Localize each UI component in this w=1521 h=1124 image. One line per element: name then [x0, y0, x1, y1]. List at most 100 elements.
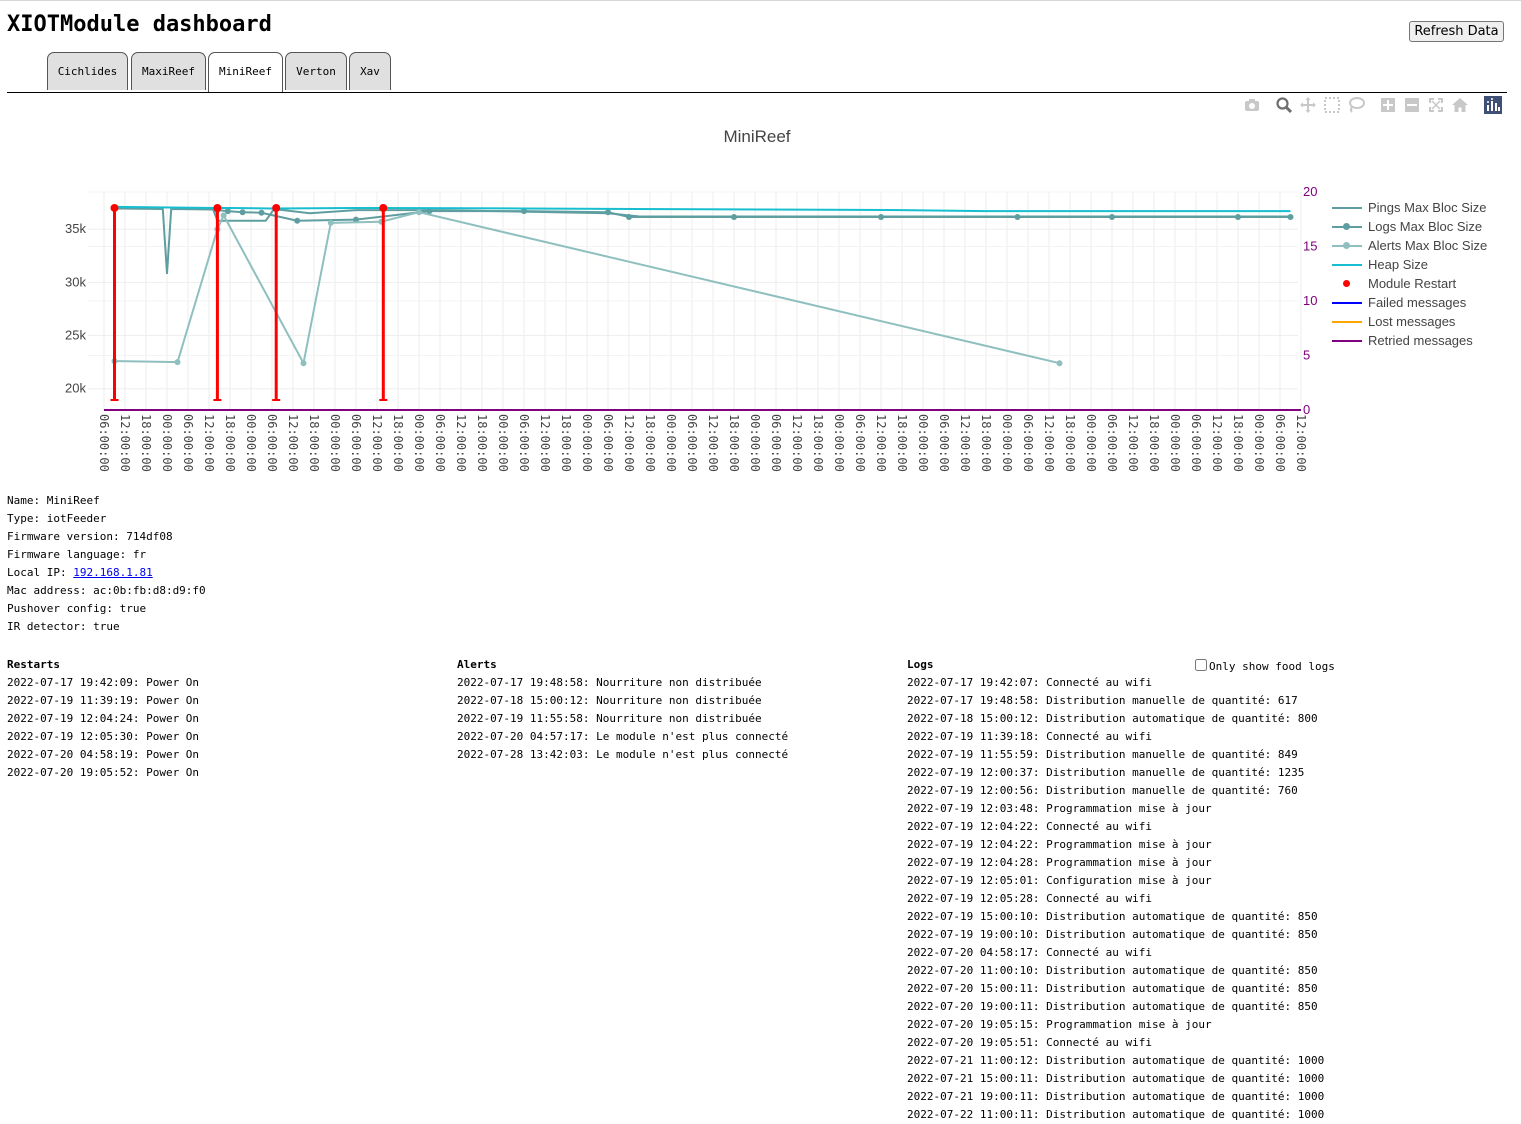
- food-logs-filter[interactable]: Only show food logs: [1195, 658, 1335, 676]
- refresh-data-button[interactable]: Refresh Data: [1409, 21, 1504, 42]
- x-tick-label: 00:00:00: [1252, 414, 1266, 472]
- zoom-icon[interactable]: [1275, 96, 1293, 114]
- x-tick-label: 06:00:00: [853, 414, 867, 472]
- x-tick-label: 06:00:00: [937, 414, 951, 472]
- data-point: [626, 213, 632, 220]
- lasso-select-icon[interactable]: [1347, 96, 1365, 114]
- x-tick-label: 18:00:00: [811, 414, 825, 472]
- x-tick-label: 12:00:00: [622, 414, 636, 472]
- legend-item[interactable]: Module Restart: [1330, 274, 1487, 293]
- info-ir-detector: IR detector: true: [7, 620, 120, 633]
- x-tick-label: 00:00:00: [1084, 414, 1098, 472]
- x-tick-label: 12:00:00: [118, 414, 132, 472]
- list-item: 2022-07-20 19:05:52: Power On: [7, 766, 200, 779]
- data-point: [294, 217, 301, 224]
- x-tick-label: 00:00:00: [1000, 414, 1014, 472]
- zoom-in-icon[interactable]: [1379, 96, 1397, 114]
- x-tick-label: 00:00:00: [160, 414, 174, 472]
- legend-label: Heap Size: [1368, 257, 1428, 272]
- list-item: 2022-07-20 04:58:17: Connecté au wifi: [907, 946, 1153, 959]
- legend-item[interactable]: Alerts Max Bloc Size: [1330, 236, 1487, 255]
- restart-marker: [213, 203, 222, 212]
- tab-xav[interactable]: Xav: [349, 52, 391, 90]
- list-item: 2022-07-19 12:04:22: Programmation mise …: [907, 838, 1212, 851]
- list-item: 2022-07-19 12:04:28: Programmation mise …: [907, 856, 1212, 869]
- x-tick-label: 06:00:00: [1189, 414, 1203, 472]
- alerts-heading: Alerts: [457, 658, 497, 671]
- x-tick-label: 00:00:00: [916, 414, 930, 472]
- x-tick-label: 18:00:00: [643, 414, 657, 472]
- x-tick-label: 06:00:00: [517, 414, 531, 472]
- list-item: 2022-07-21 15:00:11: Distribution automa…: [907, 1072, 1325, 1085]
- list-item: 2022-07-19 12:00:37: Distribution manuel…: [907, 766, 1305, 779]
- autoscale-icon[interactable]: [1427, 96, 1445, 114]
- x-tick-label: 12:00:00: [1042, 414, 1056, 472]
- list-item: 2022-07-28 13:42:03: Le module n'est plu…: [457, 748, 789, 761]
- plotly-logo-icon[interactable]: [1484, 96, 1502, 114]
- tab-verton[interactable]: Verton: [285, 52, 347, 90]
- x-tick-label: 00:00:00: [496, 414, 510, 472]
- pan-icon[interactable]: [1299, 96, 1317, 114]
- legend-item[interactable]: Failed messages: [1330, 293, 1487, 312]
- page-title: XIOTModule dashboard: [7, 12, 272, 37]
- x-tick-label: 12:00:00: [958, 414, 972, 472]
- list-item: 2022-07-21 11:00:12: Distribution automa…: [907, 1054, 1325, 1067]
- legend-line-swatch: [1332, 340, 1362, 342]
- tab-maxireef[interactable]: MaxiReef: [131, 52, 206, 90]
- legend-marker-swatch: [1343, 223, 1350, 230]
- legend-item[interactable]: Lost messages: [1330, 312, 1487, 331]
- local-ip-link[interactable]: 192.168.1.81: [73, 566, 152, 579]
- top-divider: [0, 0, 1521, 1]
- x-tick-label: 00:00:00: [748, 414, 762, 472]
- food-logs-checkbox[interactable]: [1195, 659, 1207, 671]
- list-item: 2022-07-17 19:42:07: Connecté au wifi: [907, 676, 1153, 689]
- chart-y-axis: 35k 30k 25k 20k: [65, 221, 86, 396]
- data-point: [1056, 360, 1063, 367]
- legend-label: Alerts Max Bloc Size: [1368, 238, 1488, 253]
- data-point: [258, 209, 265, 216]
- restart-marker: [272, 203, 281, 212]
- list-item: 2022-07-17 19:48:58: Nourriture non dist…: [457, 676, 762, 689]
- list-item: 2022-07-19 11:55:59: Distribution manuel…: [907, 748, 1298, 761]
- reset-axes-icon[interactable]: [1451, 96, 1469, 114]
- list-item: 2022-07-20 19:00:11: Distribution automa…: [907, 1000, 1318, 1013]
- plot-modebar: [1236, 94, 1508, 116]
- x-tick-label: 00:00:00: [664, 414, 678, 472]
- camera-icon[interactable]: [1243, 96, 1261, 114]
- legend-line-swatch: [1332, 264, 1362, 266]
- list-item: 2022-07-21 19:00:11: Distribution automa…: [907, 1090, 1325, 1103]
- tab-cichlides[interactable]: Cichlides: [47, 52, 128, 90]
- legend-item[interactable]: Logs Max Bloc Size: [1330, 217, 1487, 236]
- x-tick-label: 18:00:00: [727, 414, 741, 472]
- info-firmware-language: Firmware language: fr: [7, 548, 147, 561]
- zoom-out-icon[interactable]: [1403, 96, 1421, 114]
- info-mac-address: Mac address: ac:0b:fb:d8:d9:f0: [7, 584, 206, 597]
- x-tick-label: 06:00:00: [181, 414, 195, 472]
- legend-label: Lost messages: [1368, 314, 1456, 329]
- x-tick-label: 06:00:00: [769, 414, 783, 472]
- data-point: [300, 360, 307, 367]
- data-point: [220, 212, 227, 219]
- legend-marker-swatch: [1343, 280, 1350, 287]
- y2-tick-label: 5: [1303, 348, 1310, 363]
- x-tick-label: 12:00:00: [790, 414, 804, 472]
- y2-tick-label: 15: [1303, 239, 1317, 254]
- legend-item[interactable]: Retried messages: [1330, 331, 1487, 350]
- list-item: 2022-07-18 15:00:12: Nourriture non dist…: [457, 694, 762, 707]
- metrics-chart[interactable]: MiniReef 35k30k25k20k 20151050 06:00:00 1…: [0, 120, 1521, 480]
- data-point: [239, 209, 246, 216]
- legend-item[interactable]: Heap Size: [1330, 255, 1487, 274]
- box-select-icon[interactable]: [1323, 96, 1341, 114]
- list-item: 2022-07-17 19:48:58: Distribution manuel…: [907, 694, 1298, 707]
- legend-label: Failed messages: [1368, 295, 1467, 310]
- legend-item[interactable]: Pings Max Bloc Size: [1330, 198, 1487, 217]
- x-tick-label: 06:00:00: [433, 414, 447, 472]
- data-point: [174, 359, 181, 366]
- tab-minireef[interactable]: MiniReef: [208, 52, 283, 92]
- list-item: 2022-07-20 04:58:19: Power On: [7, 748, 200, 761]
- y-tick-label: 20k: [65, 381, 86, 396]
- x-tick-label: 18:00:00: [895, 414, 909, 472]
- x-tick-label: 06:00:00: [265, 414, 279, 472]
- x-tick-label: 12:00:00: [706, 414, 720, 472]
- data-point: [731, 213, 737, 220]
